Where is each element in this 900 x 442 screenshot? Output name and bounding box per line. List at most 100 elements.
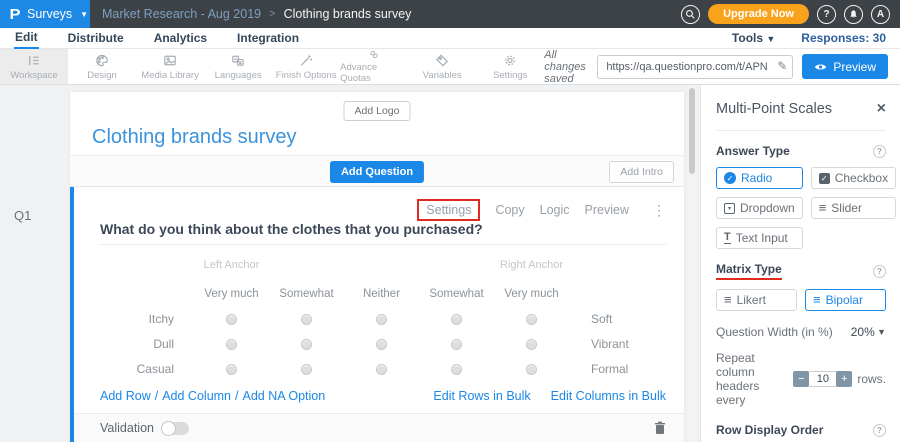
toolbar-item-settings[interactable]: Settings xyxy=(476,49,544,84)
menu-item-distribute[interactable]: Distribute xyxy=(67,29,125,48)
toolbar-item-label: Variables xyxy=(423,70,462,81)
responses-count[interactable]: Responses: 30 xyxy=(801,31,886,45)
radio-button[interactable] xyxy=(376,339,387,350)
question-logic-button[interactable]: Logic xyxy=(540,203,570,217)
radio-button[interactable] xyxy=(526,339,537,350)
radio-button[interactable] xyxy=(226,314,237,325)
increment-button[interactable]: + xyxy=(836,371,852,387)
column-header[interactable]: Somewhat xyxy=(269,277,344,307)
question-settings-button[interactable]: Settings xyxy=(417,199,480,221)
question-copy-button[interactable]: Copy xyxy=(495,203,524,217)
help-icon[interactable]: ? xyxy=(873,265,886,278)
answer-type-checkbox-button[interactable]: ✓ Checkbox xyxy=(811,167,896,189)
question-width-value[interactable]: 20% xyxy=(851,325,875,339)
radio-button[interactable] xyxy=(301,314,312,325)
menu-item-edit[interactable]: Edit xyxy=(14,28,39,49)
checkbox-icon: ✓ xyxy=(819,173,830,184)
row-label-right[interactable]: Vibrant xyxy=(569,332,629,357)
question-preview-button[interactable]: Preview xyxy=(585,203,629,217)
answer-type-text-input-button[interactable]: T Text Input xyxy=(716,227,803,249)
slider-icon: ≡ xyxy=(819,203,827,213)
validation-toggle[interactable] xyxy=(162,422,189,435)
radio-button[interactable] xyxy=(376,364,387,375)
survey-url-input[interactable] xyxy=(597,55,793,79)
toolbar-item-variables[interactable]: Variables xyxy=(408,49,476,84)
repeat-headers-input[interactable] xyxy=(809,371,836,387)
answer-type-label: Checkbox xyxy=(835,171,888,185)
autosave-status: All changes saved xyxy=(544,49,588,85)
help-icon[interactable]: ? xyxy=(873,424,886,437)
menu-item-integration[interactable]: Integration xyxy=(236,29,300,48)
help-button[interactable]: ? xyxy=(817,5,836,24)
menu-item-analytics[interactable]: Analytics xyxy=(153,29,208,48)
add-logo-button[interactable]: Add Logo xyxy=(344,101,411,121)
answer-type-dropdown-button[interactable]: ▾ Dropdown xyxy=(716,197,803,219)
radio-button[interactable] xyxy=(301,364,312,375)
answer-type-radio-button[interactable]: ✓ Radio xyxy=(716,167,803,189)
add-intro-button[interactable]: Add Intro xyxy=(609,161,674,183)
radio-button[interactable] xyxy=(376,314,387,325)
add-na-option-link[interactable]: Add NA Option xyxy=(243,389,326,403)
toolbar-item-languages[interactable]: Languages xyxy=(204,49,272,84)
toolbar-item-media-library[interactable]: Media Library xyxy=(136,49,204,84)
more-options-icon[interactable]: ⋮ xyxy=(652,202,666,219)
radio-button[interactable] xyxy=(451,314,462,325)
column-header[interactable]: Somewhat xyxy=(419,277,494,307)
question-text[interactable]: What do you think about the clothes that… xyxy=(100,221,483,237)
magic-wand-icon xyxy=(298,53,314,68)
toolbar-item-advance-quotas[interactable]: Advance Quotas xyxy=(340,49,408,84)
tools-dropdown[interactable]: Tools ▼ xyxy=(732,31,775,45)
edit-url-pencil-icon[interactable]: ✎ xyxy=(777,59,787,73)
radio-button[interactable] xyxy=(451,364,462,375)
radio-button[interactable] xyxy=(451,339,462,350)
add-row-link[interactable]: Add Row xyxy=(100,389,151,403)
add-question-button[interactable]: Add Question xyxy=(330,161,424,183)
radio-button[interactable] xyxy=(226,339,237,350)
column-header[interactable]: Very much xyxy=(494,277,569,307)
likert-icon: ≡ xyxy=(724,295,732,305)
notifications-button[interactable] xyxy=(844,5,863,24)
close-icon[interactable]: × xyxy=(877,102,886,116)
column-header[interactable]: Very much xyxy=(194,277,269,307)
delete-question-button[interactable] xyxy=(654,421,666,435)
edit-rows-in-bulk-link[interactable]: Edit Rows in Bulk xyxy=(433,389,530,403)
scrollbar-thumb[interactable] xyxy=(689,88,695,174)
radio-button[interactable] xyxy=(526,364,537,375)
column-header[interactable]: Neither xyxy=(344,277,419,307)
breadcrumb-parent[interactable]: Market Research - Aug 2019 xyxy=(102,7,261,21)
breadcrumb-separator: > xyxy=(269,8,275,20)
help-icon[interactable]: ? xyxy=(873,145,886,158)
row-label-right[interactable]: Formal xyxy=(569,357,629,382)
row-label-left[interactable]: Casual xyxy=(98,357,194,382)
survey-header-footer: Add Question Add Intro xyxy=(70,155,684,186)
row-label-left[interactable]: Itchy xyxy=(98,307,194,332)
radio-button[interactable] xyxy=(226,364,237,375)
toolbar-item-workspace[interactable]: Workspace xyxy=(0,49,68,84)
avatar[interactable]: A xyxy=(871,5,890,24)
decrement-button[interactable]: − xyxy=(793,371,809,387)
upgrade-now-button[interactable]: Upgrade Now xyxy=(708,4,809,24)
toolbar-item-design[interactable]: Design xyxy=(68,49,136,84)
chevron-down-icon[interactable]: ▼ xyxy=(877,327,886,337)
survey-editor-canvas: Add Logo Clothing brands survey Add Ques… xyxy=(70,92,684,442)
matrix-type-bipolar-button[interactable]: ≡ Bipolar xyxy=(805,289,886,311)
right-anchor-label[interactable]: Right Anchor xyxy=(494,253,569,277)
survey-title[interactable]: Clothing brands survey xyxy=(92,126,297,149)
radio-button[interactable] xyxy=(301,339,312,350)
row-label-left[interactable]: Dull xyxy=(98,332,194,357)
survey-header-card: Add Logo Clothing brands survey Add Ques… xyxy=(70,92,684,186)
search-button[interactable] xyxy=(681,5,700,24)
edit-columns-in-bulk-link[interactable]: Edit Columns in Bulk xyxy=(551,389,666,403)
radio-button[interactable] xyxy=(526,314,537,325)
left-anchor-label[interactable]: Left Anchor xyxy=(194,253,269,277)
preview-button[interactable]: Preview xyxy=(802,54,888,79)
answer-type-slider-button[interactable]: ≡ Slider xyxy=(811,197,896,219)
question-width-label: Question Width (in %) xyxy=(716,325,833,339)
row-label-right[interactable]: Soft xyxy=(569,307,629,332)
add-column-link[interactable]: Add Column xyxy=(162,389,231,403)
surveys-product-menu[interactable]: P Surveys ▼ xyxy=(0,0,90,28)
matrix-type-likert-button[interactable]: ≡ Likert xyxy=(716,289,797,311)
answer-type-heading: Answer Type xyxy=(716,144,790,158)
toolbar-item-label: Finish Options xyxy=(276,70,337,81)
toolbar-item-finish-options[interactable]: Finish Options xyxy=(272,49,340,84)
